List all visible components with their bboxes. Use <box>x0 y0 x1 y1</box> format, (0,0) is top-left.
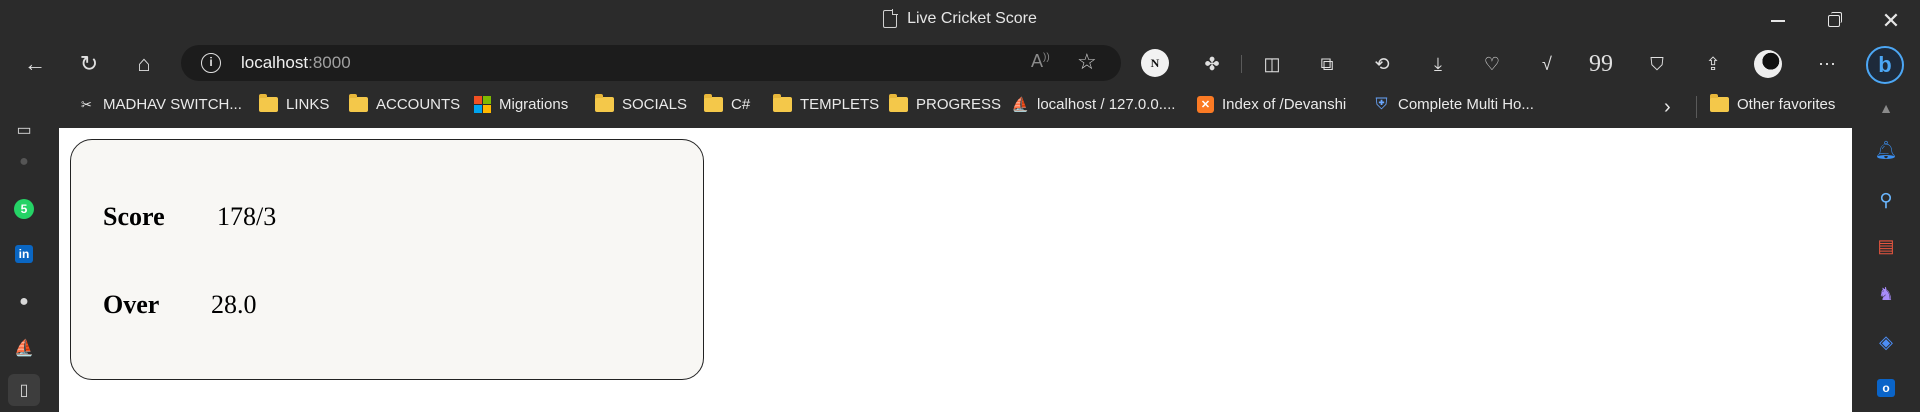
back-button[interactable]: ← <box>21 50 49 78</box>
favorite-item[interactable]: ✂ MADHAV SWITCH... <box>78 96 242 113</box>
tab-actions-icon[interactable]: ▭ <box>12 118 36 142</box>
bing-icon: b <box>1878 52 1892 77</box>
favorite-item-multi-ho[interactable]: ⛨ Complete Multi Ho... <box>1373 95 1533 114</box>
favorite-folder-progress[interactable]: PROGRESS <box>889 94 1001 113</box>
address-bar[interactable]: i localhost:8000 A)) ☆ <box>181 45 1121 81</box>
home-icon: ⌂ <box>137 51 151 76</box>
folder-icon <box>889 94 908 112</box>
folder-icon <box>773 94 792 112</box>
microsoft-365-icon[interactable]: ◈ <box>1874 330 1898 354</box>
microsoft-logo-icon <box>474 96 491 113</box>
extensions-puzzle-icon[interactable]: ✤ <box>1198 50 1226 78</box>
close-icon: ✕ <box>1881 8 1901 33</box>
chevron-right-icon: › <box>1664 96 1671 118</box>
folder-icon <box>704 94 723 112</box>
refresh-button[interactable]: ↻ <box>75 50 103 78</box>
collections-icon[interactable]: ⧉ <box>1313 50 1341 78</box>
left-sidebar: ▭ ● 5 in ● ⛵ <box>0 122 48 412</box>
close-button[interactable]: ✕ <box>1878 8 1904 34</box>
url-text[interactable]: localhost:8000 <box>241 53 351 73</box>
downloads-icon[interactable]: ⤓ <box>1424 50 1452 78</box>
favorite-folder-templets[interactable]: TEMPLETS <box>773 94 879 113</box>
title-bar: Live Cricket Score ✕ <box>0 0 1920 42</box>
search-icon[interactable]: ⚲ <box>1874 188 1898 212</box>
shield-icon: ⛨ <box>1375 95 1388 113</box>
restore-button[interactable] <box>1821 8 1847 34</box>
active-tab-document-icon[interactable]: ▯ <box>12 378 36 402</box>
split-screen-icon[interactable]: ◫ <box>1258 50 1286 78</box>
github-icon[interactable]: ● <box>12 290 36 314</box>
folder-icon <box>595 94 614 112</box>
refresh-icon: ↻ <box>79 51 99 76</box>
bing-copilot-button[interactable]: b <box>1866 46 1904 84</box>
document-icon <box>883 9 899 28</box>
quote-icon[interactable]: 99 <box>1587 50 1615 78</box>
favorite-item-localhost[interactable]: ⛵ localhost / 127.0.0.... <box>1011 96 1176 113</box>
favorite-folder-links[interactable]: LINKS <box>259 94 329 113</box>
toolbar-divider <box>1241 55 1242 73</box>
score-card: Score 178/3 Over 28.0 <box>70 139 704 380</box>
favorite-folder-csharp[interactable]: C# <box>704 94 750 113</box>
more-options-icon[interactable]: ⋯ <box>1813 50 1841 78</box>
folder-icon <box>259 94 278 112</box>
read-aloud-icon[interactable]: A)) <box>1031 51 1050 72</box>
xampp-icon: ✕ <box>1197 96 1214 113</box>
favorite-star-icon[interactable]: ☆ <box>1077 49 1097 75</box>
linkedin-icon[interactable]: in <box>12 242 36 266</box>
favorite-folder-socials[interactable]: SOCIALS <box>595 94 687 113</box>
share-icon[interactable]: ⇪ <box>1699 50 1727 78</box>
tools-briefcase-icon[interactable]: ▤ <box>1874 234 1898 258</box>
scissors-icon: ✂ <box>81 96 92 112</box>
window-title-text: Live Cricket Score <box>907 10 1037 27</box>
favorites-bar: ✂ MADHAV SWITCH... LINKS ACCOUNTS Migrati… <box>0 84 1920 128</box>
copilot-web-capture-icon[interactable]: ⛉ <box>1643 50 1671 78</box>
folder-icon <box>349 94 368 112</box>
profile-button[interactable] <box>1754 50 1782 78</box>
avatar <box>1754 50 1782 78</box>
folder-icon <box>1710 94 1729 112</box>
score-label: Score <box>103 202 165 231</box>
outlook-icon[interactable]: o <box>1874 376 1898 400</box>
tab-favicon-icon[interactable]: ● <box>12 150 36 174</box>
math-solver-icon[interactable]: √ <box>1533 50 1561 78</box>
browser-essentials-icon[interactable]: ♡ <box>1478 50 1506 78</box>
whatsapp-icon[interactable]: 5 <box>12 197 36 221</box>
favorites-overflow-button[interactable]: › <box>1664 96 1671 119</box>
home-button[interactable]: ⌂ <box>130 50 158 78</box>
favorite-item-index[interactable]: ✕ Index of /Devanshi <box>1197 96 1346 113</box>
phpmyadmin-icon: ⛵ <box>1011 96 1030 112</box>
games-icon[interactable]: ♞ <box>1874 282 1898 306</box>
score-value: 178/3 <box>217 202 277 231</box>
notification-bell-icon[interactable]: 🔔︎ <box>1874 138 1898 162</box>
window-title: Live Cricket Score <box>0 9 1920 28</box>
favorites-divider <box>1696 96 1697 118</box>
favorite-folder-accounts[interactable]: ACCOUNTS <box>349 94 460 113</box>
history-icon[interactable]: ⟲ <box>1368 50 1396 78</box>
site-info-icon[interactable]: i <box>201 53 221 73</box>
favorite-item-migrations[interactable]: Migrations <box>474 96 568 113</box>
minimize-button[interactable] <box>1765 8 1791 34</box>
restore-icon <box>1828 12 1842 27</box>
minimize-icon <box>1771 20 1785 22</box>
back-arrow-icon: ← <box>24 51 46 76</box>
sidebar-scroll-up-icon[interactable]: ▲ <box>1874 96 1898 120</box>
right-sidebar: ▲ 🔔︎ ⚲ ▤ ♞ ◈ o <box>1852 84 1920 412</box>
page-content: Score 178/3 Over 28.0 <box>59 128 1852 412</box>
navigation-toolbar: ← ↻ ⌂ i localhost:8000 A)) ☆ N ✤ ◫ ⧉ ⟲ ⤓… <box>0 42 1920 84</box>
notion-extension-icon[interactable]: N <box>1141 49 1169 77</box>
over-value: 28.0 <box>211 290 257 319</box>
phpmyadmin-tab-icon[interactable]: ⛵ <box>12 336 36 360</box>
other-favorites-folder[interactable]: Other favorites <box>1710 94 1835 113</box>
over-label: Over <box>103 290 160 319</box>
